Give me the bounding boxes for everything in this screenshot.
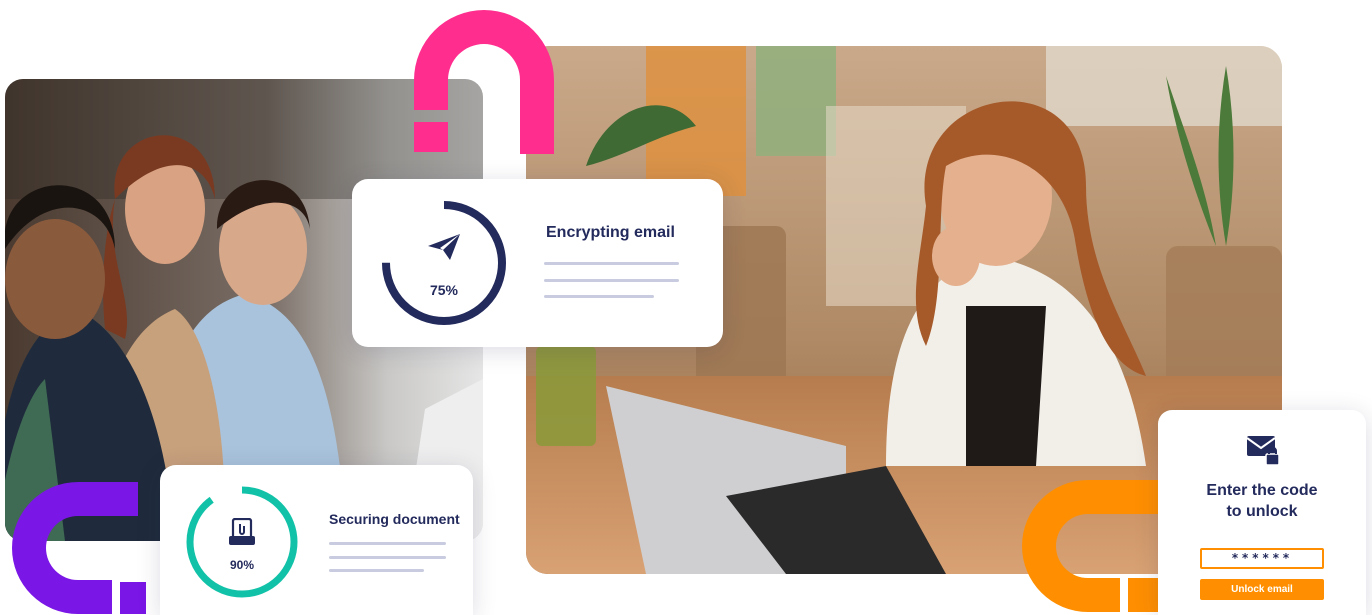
placeholder-line	[544, 295, 654, 298]
encrypt-progress-label: 75%	[429, 282, 459, 298]
unlock-title-line-2: to unlock	[1226, 503, 1298, 520]
unlock-email-button[interactable]: Unlock email	[1200, 579, 1324, 600]
encrypt-progress-ring	[382, 201, 506, 325]
securing-document-card: 90% Securing document	[160, 465, 473, 615]
unlock-card-title: Enter the code to unlock	[1158, 480, 1366, 522]
secure-progress-label: 90%	[229, 558, 255, 572]
purple-c-shape	[12, 482, 146, 614]
document-clip-icon	[229, 518, 255, 545]
pink-arch-shape	[414, 10, 554, 154]
orange-c-shape	[1022, 480, 1162, 612]
locked-envelope-icon	[1246, 436, 1280, 466]
unlock-code-input[interactable]: ******	[1200, 548, 1324, 569]
encrypting-email-card: 75% Encrypting email	[352, 179, 723, 347]
placeholder-line	[544, 279, 679, 282]
placeholder-line	[329, 556, 446, 559]
encrypt-card-title: Encrypting email	[546, 224, 675, 241]
unlock-title-line-1: Enter the code	[1206, 482, 1318, 499]
unlock-email-card: Enter the code to unlock ****** Unlock e…	[1158, 410, 1366, 615]
paper-plane-icon	[428, 234, 460, 260]
placeholder-line	[329, 569, 424, 572]
placeholder-line	[544, 262, 679, 265]
placeholder-line	[329, 542, 446, 545]
secure-card-title: Securing document	[329, 511, 460, 527]
